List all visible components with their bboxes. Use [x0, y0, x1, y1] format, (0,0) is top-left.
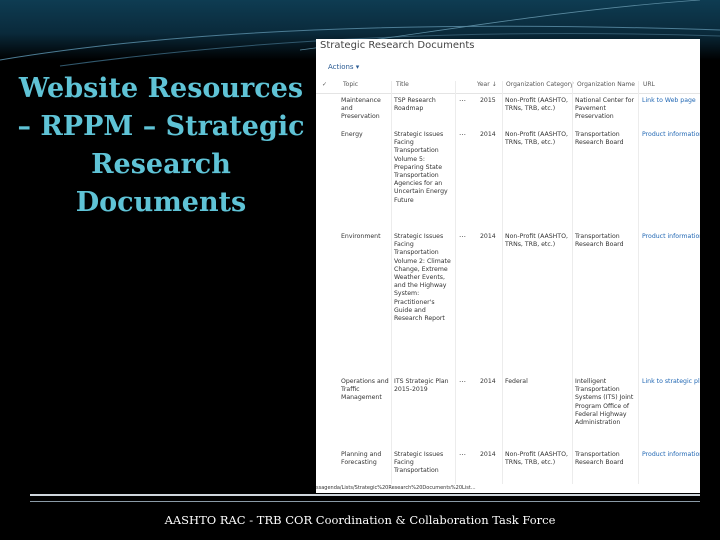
title-line-1: Website Resources: [18, 73, 304, 104]
row-2-url-link[interactable]: Product information: [642, 131, 700, 139]
column-header-url[interactable]: URL: [643, 81, 655, 93]
row-2-menu-icon[interactable]: …: [459, 129, 466, 137]
title-line-3: Research: [91, 149, 231, 180]
title-line-4: Documents: [75, 187, 247, 218]
row-3-topic: Environment: [341, 233, 381, 240]
column-header-org-name[interactable]: Organization Name: [577, 81, 635, 93]
row-4-year: 2014: [480, 378, 496, 385]
column-divider: [572, 81, 573, 492]
footer-rule-top: [30, 494, 700, 496]
row-2-title: Strategic Issues Facing Transportation V…: [394, 131, 448, 204]
row-5-url-link[interactable]: Product information: [642, 451, 700, 459]
row-5-menu-icon[interactable]: …: [459, 449, 466, 457]
row-2-year: 2014: [480, 131, 496, 138]
actions-menu[interactable]: Actions ▾: [328, 63, 359, 71]
row-1-title: TSP Research Roadmap: [394, 97, 436, 113]
column-divider: [391, 81, 392, 492]
row-4-topic: Operations and Traffic Management: [341, 378, 389, 402]
row-1-url-link[interactable]: Link to Web page: [642, 97, 700, 105]
column-header-org-category[interactable]: Organization Category: [506, 81, 574, 93]
column-divider: [455, 81, 456, 492]
select-all-checkmark-icon[interactable]: ✓: [322, 81, 327, 93]
row-2-org: Transportation Research Board: [575, 131, 624, 147]
column-header-title[interactable]: Title: [396, 81, 409, 93]
row-1-category: Non-Profit (AASHTO, TRNs, TRB, etc.): [505, 97, 568, 113]
slide-title: Website Resources – RPPM – Strategic Res…: [8, 70, 314, 222]
row-5-topic: Planning and Forecasting: [341, 451, 382, 467]
row-4-category: Federal: [505, 378, 528, 385]
row-3-title: Strategic Issues Facing Transportation V…: [394, 233, 451, 323]
row-3-url-link[interactable]: Product information: [642, 233, 700, 241]
embedded-screenshot: Strategic Research Documents Actions ▾ ✓…: [316, 39, 700, 492]
title-line-2: – RPPM – Strategic: [17, 111, 305, 142]
header-divider: [316, 93, 700, 94]
column-divider: [638, 81, 639, 492]
row-5-year: 2014: [480, 451, 496, 458]
list-title: Strategic Research Documents: [320, 40, 475, 51]
row-4-org: Intelligent Transportation Systems (ITS)…: [575, 378, 634, 427]
row-5-category: Non-Profit (AASHTO, TRNs, TRB, etc.): [505, 451, 568, 467]
column-header-year[interactable]: Year ↓: [477, 81, 497, 93]
row-3-org: Transportation Research Board: [575, 233, 624, 249]
column-header-topic[interactable]: Topic: [343, 81, 358, 93]
row-3-menu-icon[interactable]: …: [459, 231, 466, 239]
slide-footer: AASHTO RAC - TRB COR Coordination & Coll…: [164, 513, 556, 527]
row-1-topic: Maintenance and Preservation: [341, 97, 381, 121]
row-4-url-link[interactable]: Link to strategic plan: [642, 378, 700, 386]
row-5-org: Transportation Research Board: [575, 451, 624, 467]
row-4-title: ITS Strategic Plan 2015-2019: [394, 378, 449, 394]
row-3-category: Non-Profit (AASHTO, TRNs, TRB, etc.): [505, 233, 568, 249]
row-1-year: 2015: [480, 97, 496, 104]
row-1-org: National Center for Pavement Preservatio…: [575, 97, 635, 121]
column-divider: [502, 81, 503, 492]
row-3-year: 2014: [480, 233, 496, 240]
row-4-menu-icon[interactable]: …: [459, 376, 466, 384]
row-2-category: Non-Profit (AASHTO, TRNs, TRB, etc.): [505, 131, 568, 147]
row-2-topic: Energy: [341, 131, 363, 138]
footer-rule-bottom: [30, 501, 700, 502]
status-url-bar: ssagenda/Lists/Strategic%20Research%20Do…: [316, 484, 700, 493]
row-5-title: Strategic Issues Facing Transportation: [394, 451, 444, 475]
row-1-menu-icon[interactable]: …: [459, 95, 466, 103]
